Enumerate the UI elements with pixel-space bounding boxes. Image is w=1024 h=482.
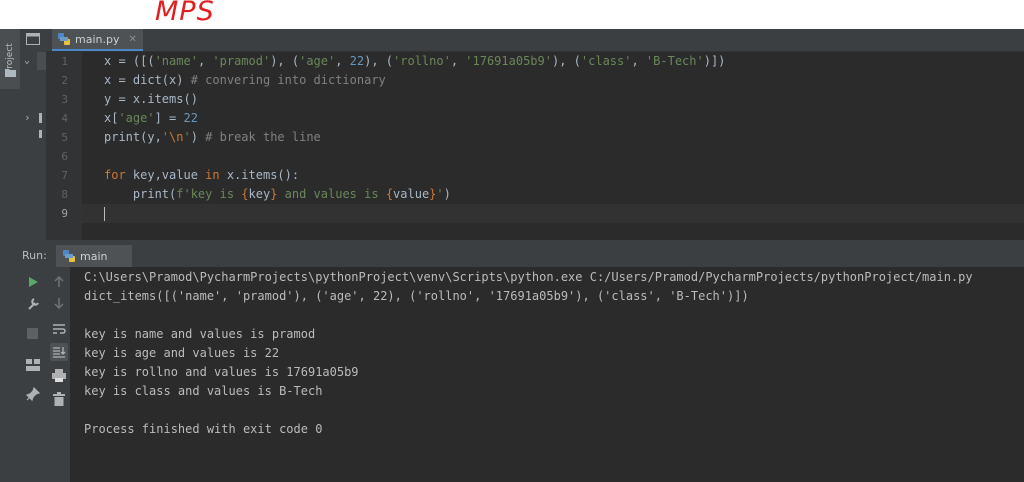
- console-line: key is age and values is 22: [84, 346, 280, 360]
- line-number: 1: [61, 55, 68, 68]
- python-file-icon: [58, 33, 70, 45]
- code-line: x['age'] = 22: [104, 111, 198, 125]
- console-line: C:\Users\Pramod\PycharmProjects\pythonPr…: [84, 270, 973, 284]
- pin-icon[interactable]: [26, 387, 40, 401]
- print-icon[interactable]: [52, 369, 66, 382]
- project-view-icon[interactable]: [26, 33, 40, 45]
- line-number: 4: [61, 112, 68, 125]
- folder-icon: [5, 69, 16, 77]
- run-tool-window-header: [20, 245, 1024, 268]
- line-number: 6: [61, 150, 68, 163]
- line-number: 3: [61, 93, 68, 106]
- line-number: 8: [61, 188, 68, 201]
- soft-wrap-icon[interactable]: [52, 323, 66, 335]
- code-line: for key,value in x.items():: [104, 168, 300, 182]
- close-icon[interactable]: ✕: [128, 34, 136, 45]
- wrench-icon[interactable]: [26, 297, 40, 311]
- code-line: x = dict(x) # convering into dictionary: [104, 73, 386, 87]
- left-tool-strip: [0, 29, 21, 482]
- chevron-right-icon[interactable]: ›: [24, 111, 31, 124]
- console-line: key is class and values is B-Tech: [84, 384, 323, 398]
- layout-icon[interactable]: [26, 359, 40, 371]
- arrow-up-icon[interactable]: [53, 276, 65, 288]
- run-tab-main[interactable]: main: [56, 245, 132, 267]
- line-number: 2: [61, 74, 68, 87]
- stop-icon[interactable]: [27, 328, 38, 339]
- code-line: y = x.items(): [104, 92, 198, 106]
- line-number-gutter: 1 2 3 4 5 6 7 8 9: [46, 52, 82, 240]
- line-number: 7: [61, 169, 68, 182]
- tab-main-py[interactable]: main.py ✕: [52, 29, 143, 51]
- tree-item[interactable]: [37, 52, 46, 70]
- run-tab-label: main: [80, 249, 108, 263]
- handwritten-annotation: MPS: [155, 0, 215, 27]
- tree-item-icon: [39, 113, 42, 123]
- scroll-to-end-icon: [53, 347, 66, 358]
- line-number: 5: [61, 131, 68, 144]
- project-panel-collapsed: ⌄ ›: [20, 29, 46, 240]
- line-number: 9: [61, 207, 68, 220]
- console-line: key is name and values is pramod: [84, 327, 316, 341]
- top-white-area: [0, 0, 1024, 29]
- text-cursor: [104, 207, 105, 221]
- chevron-down-icon[interactable]: ⌄: [24, 55, 30, 66]
- run-toolbar: [20, 267, 70, 482]
- editor-tab-bar: [46, 29, 1024, 52]
- trash-icon[interactable]: [53, 392, 65, 406]
- run-label: Run:: [22, 249, 47, 262]
- tree-item-icon: [39, 130, 42, 138]
- code-line: print(y,'\n') # break the line: [104, 130, 321, 144]
- code-line: x = ([('name', 'pramod'), ('age', 22), (…: [104, 54, 726, 68]
- console-line: dict_items([('name', 'pramod'), ('age', …: [84, 289, 749, 303]
- run-console[interactable]: C:\Users\Pramod\PycharmProjects\pythonPr…: [70, 267, 1024, 482]
- current-line-highlight: [82, 204, 1024, 223]
- python-file-icon: [63, 250, 75, 262]
- rerun-icon[interactable]: [27, 276, 39, 288]
- code-editor[interactable]: x = ([('name', 'pramod'), ('age', 22), (…: [82, 52, 1024, 240]
- console-line: Process finished with exit code 0: [84, 422, 323, 436]
- tab-label: main.py: [75, 32, 120, 46]
- code-line: print(f'key is {key} and values is {valu…: [104, 187, 451, 201]
- arrow-down-icon[interactable]: [53, 297, 65, 309]
- console-line: key is rollno and values is 17691a05b9: [84, 365, 359, 379]
